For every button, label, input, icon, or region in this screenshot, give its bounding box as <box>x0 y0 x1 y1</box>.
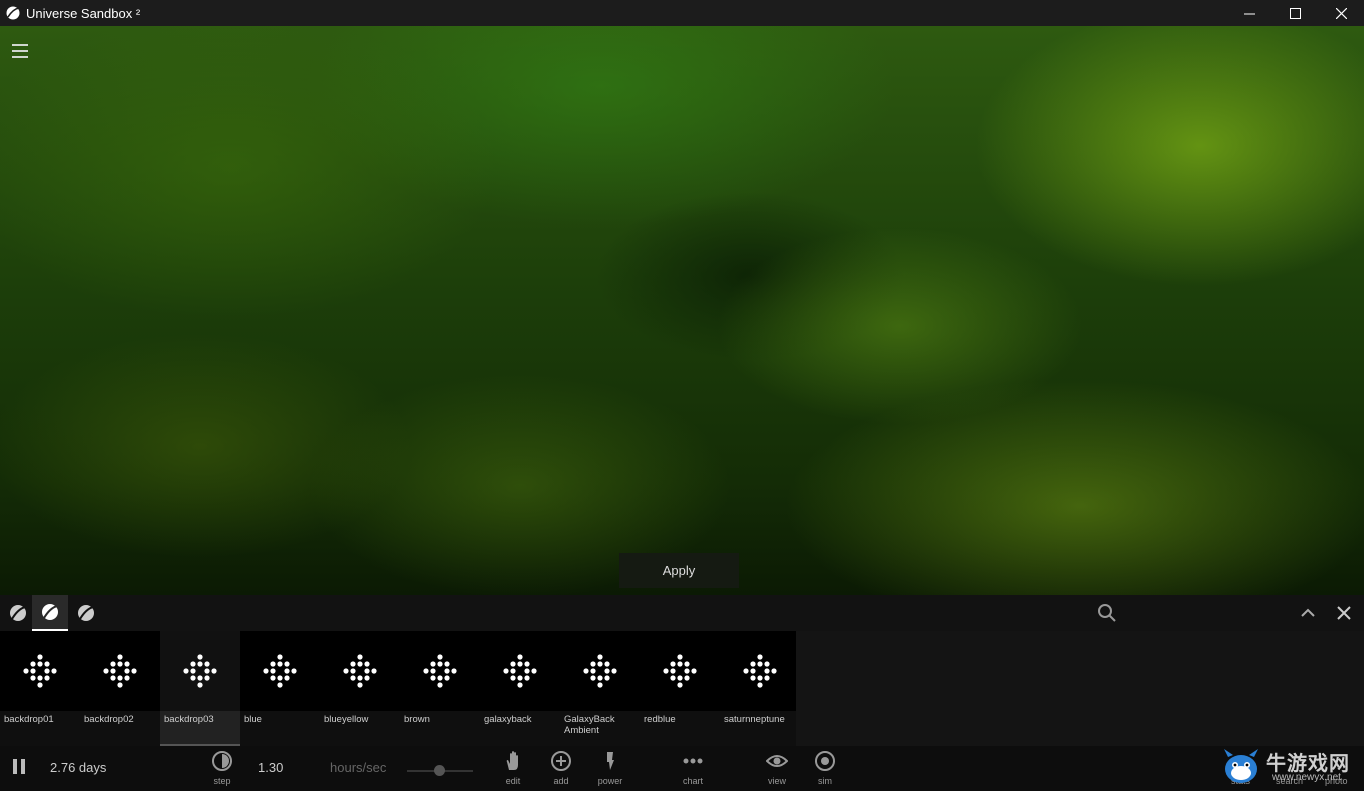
panel-tab-2[interactable] <box>32 595 68 631</box>
title-bar: Universe Sandbox ² <box>0 0 1364 26</box>
backdrop-thumbnail <box>240 631 320 711</box>
backdrop-tile[interactable]: galaxyback <box>480 631 560 746</box>
window-title: Universe Sandbox ² <box>26 5 141 21</box>
view-button[interactable]: view <box>757 750 797 790</box>
close-window-button[interactable] <box>1318 0 1364 26</box>
placeholder-dots-icon <box>263 654 297 688</box>
app-logo-icon <box>6 6 20 20</box>
close-icon <box>1335 7 1347 19</box>
power-label: power <box>597 776 623 786</box>
bottom-toolbar: 2.76 days step 1.30 hours/sec edit add p… <box>0 746 1364 791</box>
backdrop-tile-label: blue <box>244 714 262 725</box>
watermark-url: www.newyx.net <box>1272 772 1341 783</box>
time-rate-value[interactable]: 1.30 <box>258 760 283 775</box>
apply-button[interactable]: Apply <box>619 553 739 588</box>
add-button[interactable]: add <box>541 750 581 790</box>
backdrop-tile[interactable]: backdrop02 <box>80 631 160 746</box>
backdrop-tile-label: saturnneptune <box>724 714 785 725</box>
backdrop-thumbnail <box>0 631 80 711</box>
backdrop-thumbnail <box>720 631 800 711</box>
sim-button[interactable]: sim <box>805 750 845 790</box>
planet-icon <box>42 604 58 620</box>
backdrop-tile-list: backdrop01 backdrop02 backdrop03 blue blueye… <box>0 631 800 746</box>
backdrop-tile-label: backdrop01 <box>4 714 54 725</box>
panel-tab-3[interactable] <box>68 595 104 631</box>
edit-button[interactable]: edit <box>493 750 533 790</box>
backdrop-thumbnail <box>480 631 560 711</box>
backdrop-tile-label: GalaxyBack Ambient <box>564 714 615 736</box>
placeholder-dots-icon <box>503 654 537 688</box>
dots-icon <box>683 758 703 764</box>
backdrop-tile[interactable]: backdrop03 <box>160 631 240 746</box>
minimize-button[interactable] <box>1226 0 1272 26</box>
chart-label: chart <box>682 776 703 786</box>
backdrop-thumbnail <box>560 631 640 711</box>
backdrop-tile[interactable]: brown <box>400 631 480 746</box>
pause-button[interactable] <box>13 759 27 777</box>
planet-icon <box>10 605 26 621</box>
close-panel-icon[interactable] <box>1334 603 1354 623</box>
step-icon <box>212 751 232 771</box>
backdrop-tile-label: blueyellow <box>324 714 369 725</box>
sim-label: sim <box>818 776 832 786</box>
hand-icon <box>506 751 518 770</box>
backdrop-tile-label: galaxyback <box>484 714 532 725</box>
backdrop-panel: backdrop01 backdrop02 backdrop03 blue blueye… <box>0 595 1364 791</box>
planet-icon <box>78 605 94 621</box>
placeholder-dots-icon <box>583 654 617 688</box>
placeholder-dots-icon <box>423 654 457 688</box>
panel-tab-1[interactable] <box>0 595 36 631</box>
power-icon <box>607 752 614 770</box>
minimize-icon <box>1243 13 1255 14</box>
backdrop-tile[interactable]: backdrop01 <box>0 631 80 746</box>
panel-tab-bar <box>0 595 1364 631</box>
step-label: step <box>213 776 231 786</box>
backdrop-tile-label: redblue <box>644 714 676 725</box>
backdrop-thumbnail <box>80 631 160 711</box>
placeholder-dots-icon <box>103 654 137 688</box>
search-icon[interactable] <box>1097 603 1117 623</box>
edit-label: edit <box>505 776 521 786</box>
backdrop-tile[interactable]: saturnneptune <box>720 631 800 746</box>
placeholder-dots-icon <box>663 654 697 688</box>
sim-icon <box>815 751 835 771</box>
hamburger-menu-button[interactable] <box>12 44 28 58</box>
backdrop-thumbnail <box>320 631 400 711</box>
backdrop-thumbnail <box>400 631 480 711</box>
backdrop-tile-label: backdrop03 <box>164 714 214 725</box>
eye-icon <box>766 755 788 767</box>
elapsed-time: 2.76 days <box>50 760 107 775</box>
backdrop-thumbnail <box>640 631 720 711</box>
maximize-button[interactable] <box>1272 0 1318 26</box>
tile-list-empty-area <box>796 631 1364 746</box>
placeholder-dots-icon <box>183 654 217 688</box>
view-label: view <box>767 776 786 786</box>
backdrop-tile[interactable]: GalaxyBack Ambient <box>560 631 640 746</box>
power-button[interactable]: power <box>590 750 630 790</box>
chevron-up-icon[interactable] <box>1298 603 1318 623</box>
placeholder-dots-icon <box>343 654 377 688</box>
backdrop-thumbnail <box>160 631 240 711</box>
backdrop-tile-label: backdrop02 <box>84 714 134 725</box>
add-circle-icon <box>551 751 571 771</box>
chart-button[interactable]: chart <box>673 750 713 790</box>
backdrop-tile-label: brown <box>404 714 430 725</box>
placeholder-dots-icon <box>23 654 57 688</box>
backdrop-tile[interactable]: blueyellow <box>320 631 400 746</box>
simulation-viewport[interactable]: Apply <box>0 26 1364 595</box>
site-watermark: 牛游戏网 www.newyx.net <box>1220 745 1364 791</box>
time-rate-unit: hours/sec <box>330 760 387 775</box>
backdrop-tile[interactable]: blue <box>240 631 320 746</box>
mascot-logo-icon <box>1224 749 1258 783</box>
placeholder-dots-icon <box>743 654 777 688</box>
add-label: add <box>553 776 569 786</box>
time-rate-slider-thumb[interactable] <box>434 765 445 776</box>
backdrop-tile[interactable]: redblue <box>640 631 720 746</box>
step-button[interactable]: step <box>202 750 242 790</box>
maximize-icon <box>1289 7 1301 19</box>
